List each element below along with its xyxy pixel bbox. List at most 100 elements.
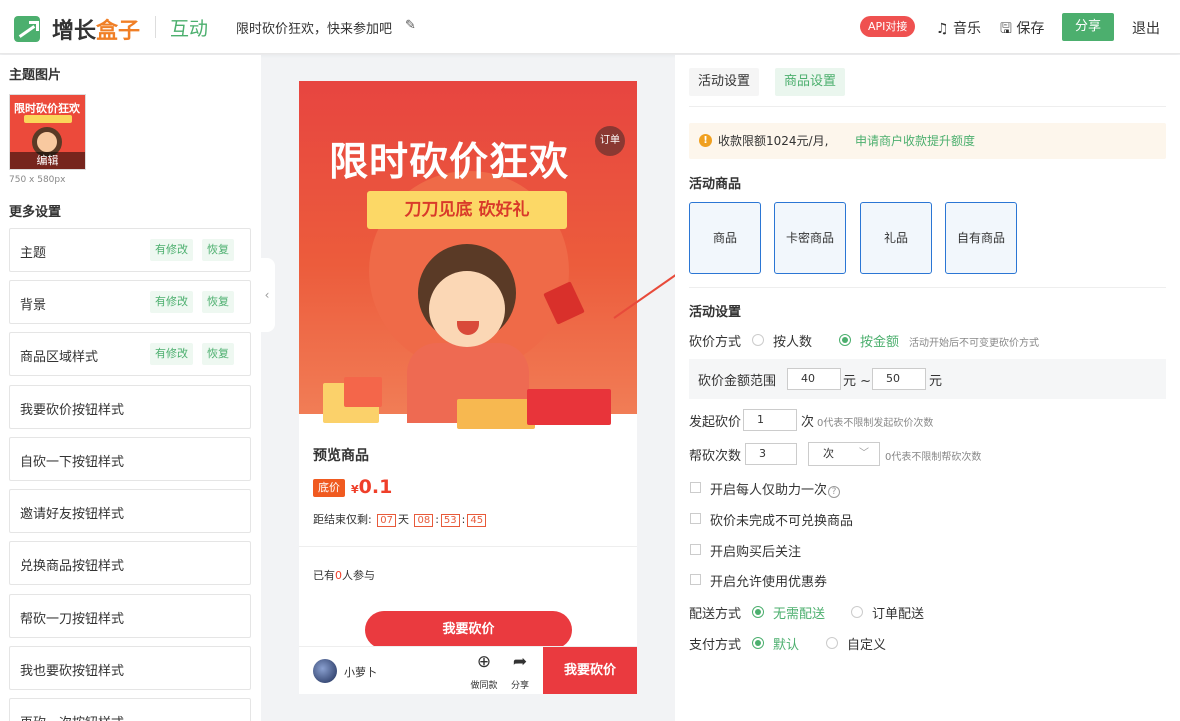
goods-type-gift[interactable]: 礼品 [860, 202, 932, 274]
setting-item-self-cut-button-style[interactable]: 自砍一下按钮样式 [9, 437, 251, 481]
setting-item-label: 主题 [20, 246, 47, 261]
floor-price-tag: 底价 [313, 479, 345, 497]
quota-notice: ! 收款限额1024元/月, 申请商户收款提升额度 [689, 123, 1166, 159]
setting-item-theme[interactable]: 主题 有修改 恢复 [9, 228, 251, 272]
make-same-label[interactable]: 做同款 [469, 678, 499, 691]
order-badge[interactable]: 订单 [595, 126, 625, 156]
bottom-action-bar: 小萝卜 ⊕ 做同款 ➦ 分享 我要砍价 [299, 646, 637, 694]
order-delivery-radio[interactable] [851, 606, 863, 618]
tab-product-settings[interactable]: 商品设置 [775, 68, 846, 96]
countdown-minutes: 53 [440, 514, 460, 527]
plus-circle-icon[interactable]: ⊕ [469, 653, 499, 671]
bottom-cut-button[interactable]: 我要砍价 [543, 647, 637, 694]
setting-item-cut-button-style[interactable]: 我要砍价按钮样式 [9, 385, 251, 429]
help-cut-unit-select[interactable]: 次 ﹀ [808, 442, 880, 466]
payment-custom-label[interactable]: 自定义 [847, 634, 886, 653]
follow-after-purchase-checkbox[interactable] [690, 544, 701, 555]
price-symbol: ¥ [351, 483, 359, 496]
girl-face-illustration [429, 271, 505, 347]
collapse-panel-chevron-left-icon[interactable]: ‹ [259, 258, 275, 332]
edit-theme-image-button[interactable]: 编辑 [10, 152, 85, 169]
mobile-preview: 限时砍价狂欢 刀刀见底 砍好礼 订单 预览商品 底价 ¥0.1 距结束仅剩: 0… [299, 81, 637, 694]
cut-mode-by-amount-radio[interactable] [839, 334, 851, 346]
notice-text: 收款限额1024元/月, [718, 134, 829, 148]
price: ¥0.1 [351, 476, 392, 498]
range-max-input[interactable]: 50 [872, 368, 926, 390]
setting-item-background[interactable]: 背景 有修改 恢复 [9, 280, 251, 324]
allow-coupon-checkbox[interactable] [690, 574, 701, 585]
follow-after-purchase-label[interactable]: 开启购买后关注 [710, 541, 801, 560]
logo-icon [14, 16, 40, 42]
setting-item-label: 背景 [20, 298, 47, 313]
order-delivery-label[interactable]: 订单配送 [872, 603, 924, 622]
theme-image-title: 主题图片 [9, 68, 62, 83]
setting-item-label: 兑换商品按钮样式 [20, 559, 125, 574]
payment-default-radio[interactable] [752, 637, 764, 649]
participants-count: 已有0人参与 [313, 567, 375, 583]
cut-range-label: 砍价金额范围 [698, 374, 777, 389]
setting-item-product-area-style[interactable]: 商品区域样式 有修改 恢复 [9, 332, 251, 376]
help-cut-unit-value: 次 [823, 447, 834, 460]
music-button[interactable]: ♫ 音乐 [936, 18, 981, 38]
payment-method-label: 支付方式 [689, 638, 742, 653]
music-label: 音乐 [953, 21, 982, 37]
help-question-icon[interactable]: ? [828, 486, 841, 498]
goods-type-card-code[interactable]: 卡密商品 [774, 202, 846, 274]
save-label: 保存 [1016, 21, 1045, 37]
setting-item-cut-again-button-style[interactable]: 再砍一次按钮样式 [9, 698, 251, 721]
setting-item-redeem-button-style[interactable]: 兑换商品按钮样式 [9, 541, 251, 585]
start-cut-input[interactable]: 1 [743, 409, 797, 431]
start-cut-unit: 次 [801, 415, 815, 430]
no-delivery-label[interactable]: 无需配送 [773, 603, 825, 622]
payment-default-label[interactable]: 默认 [773, 634, 799, 653]
no-redeem-unfinished-checkbox[interactable] [690, 513, 701, 524]
range-min-input[interactable]: 40 [787, 368, 841, 390]
exit-button[interactable]: 退出 [1132, 18, 1160, 38]
username: 小萝卜 [344, 666, 377, 679]
divider [299, 546, 637, 547]
restore-button[interactable]: 恢复 [202, 343, 234, 365]
share-button[interactable]: 分享 [1062, 13, 1114, 41]
start-cut-button[interactable]: 我要砍价 [365, 611, 572, 649]
goods-type-own-product[interactable]: 自有商品 [945, 202, 1017, 274]
range-unit-1: 元 ~ [843, 374, 872, 389]
save-button[interactable]: 🖫 保存 [1000, 18, 1044, 42]
logo[interactable]: 增长盒子 [52, 13, 140, 45]
setting-item-label: 邀请好友按钮样式 [20, 507, 125, 522]
cut-mode-by-people-label[interactable]: 按人数 [773, 331, 812, 350]
setting-item-label: 再砍一次按钮样式 [20, 712, 124, 721]
tab-activity-settings[interactable]: 活动设置 [689, 68, 760, 96]
help-cut-input[interactable]: 3 [745, 443, 797, 465]
poster-image[interactable]: 限时砍价狂欢 刀刀见底 砍好礼 订单 [299, 81, 637, 429]
countdown: 距结束仅剩: 07 天 08:53:45 [313, 511, 488, 527]
no-redeem-unfinished-label[interactable]: 砍价未完成不可兑换商品 [710, 510, 853, 529]
setting-item-label: 帮砍一刀按钮样式 [20, 612, 125, 627]
payment-custom-radio[interactable] [826, 637, 838, 649]
help-once-checkbox[interactable] [690, 482, 701, 493]
api-button[interactable]: API对接 [860, 16, 916, 37]
upgrade-quota-link[interactable]: 申请商户收款提升额度 [855, 132, 975, 149]
restore-button[interactable]: 恢复 [202, 291, 234, 313]
setting-item-help-cut-button-style[interactable]: 帮砍一刀按钮样式 [9, 594, 251, 638]
gift-box-decoration [344, 377, 382, 407]
cut-mode-hint: 活动开始后不可变更砍价方式 [909, 338, 1039, 349]
setting-item-invite-button-style[interactable]: 邀请好友按钮样式 [9, 489, 251, 533]
modified-tag: 有修改 [150, 291, 193, 313]
delivery-method-label: 配送方式 [689, 607, 742, 622]
event-title[interactable]: 限时砍价狂欢，快来参加吧 [236, 18, 392, 37]
edit-pencil-icon[interactable]: ✎ [405, 18, 416, 33]
help-once-label[interactable]: 开启每人仅助力一次? [710, 479, 841, 498]
goods-type-product[interactable]: 商品 [689, 202, 761, 274]
cut-mode-by-people-radio[interactable] [752, 334, 764, 346]
theme-image-thumbnail[interactable]: 限时砍价狂欢 编辑 [9, 94, 86, 170]
setting-item-me-too-button-style[interactable]: 我也要砍按钮样式 [9, 646, 251, 690]
activity-goods-title: 活动商品 [689, 177, 742, 192]
allow-coupon-label[interactable]: 开启允许使用优惠券 [710, 571, 827, 590]
setting-item-label: 我也要砍按钮样式 [20, 664, 125, 679]
no-delivery-radio[interactable] [752, 606, 764, 618]
restore-button[interactable]: 恢复 [202, 239, 234, 261]
start-cut-label: 发起砍价 [689, 415, 742, 430]
share-label[interactable]: 分享 [505, 678, 535, 691]
cut-mode-by-amount-label[interactable]: 按金额 [860, 331, 899, 350]
share-arrow-icon[interactable]: ➦ [505, 653, 535, 671]
